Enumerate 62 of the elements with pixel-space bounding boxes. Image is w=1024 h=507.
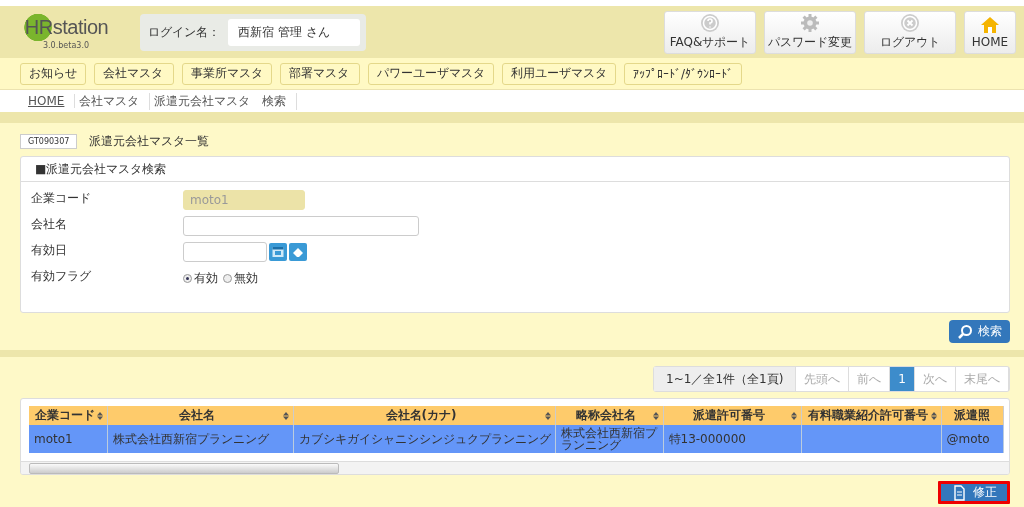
sort-icon [544,411,551,420]
header-button[interactable]: ログアウト [864,10,956,54]
radio-button[interactable] [183,273,192,283]
breadcrumb-link[interactable]: HOME [28,94,76,108]
eraser-icon[interactable] [289,243,307,261]
version-label: 3.0.beta3.0 [43,41,89,50]
table-cell: 特13-000000 [668,432,746,446]
column-header[interactable]: 派遣許可番号 [663,406,801,425]
table-cell: 株式会社西新宿プランニング [112,432,269,446]
field-label: 有効日 [31,242,68,259]
close-icon [900,13,920,33]
nav-button[interactable]: 利用ユーザマスタ [502,62,616,85]
radio-label: 無効 [234,269,258,287]
breadcrumb-item: 会社マスタ [79,92,151,110]
edit-button[interactable]: 修正 [938,481,1010,504]
field-label: 企業コード [31,190,92,207]
nav-button[interactable]: お知らせ [20,62,86,85]
sort-icon [790,411,797,420]
login-label: ログイン名： [148,23,220,41]
sort-icon [282,411,289,420]
screen-code: GT090307 [20,133,78,149]
document-icon [951,484,967,501]
search-button[interactable]: 検索 [949,320,1010,343]
column-header[interactable]: 会社名 [107,406,293,425]
column-header[interactable]: 有料職業紹介許可番号 [801,406,941,425]
field-label: 会社名 [31,216,68,233]
gear-icon [800,13,820,33]
column-header[interactable]: 派遣照 [941,406,1003,425]
page-title: 派遣元会社マスタ一覧 [89,132,210,150]
nav-button[interactable]: 事業所マスタ [182,62,272,85]
date-field[interactable] [183,242,267,262]
page-summary: 1~1／全1件（全1頁) [654,367,797,391]
breadcrumb-item: 派遣元会社マスタ 検索 [154,92,298,110]
help-icon [700,13,720,33]
login-user: 西新宿 管理 さん [228,18,360,46]
page-link[interactable]: 1 [890,367,915,391]
panel-title: ■派遣元会社マスタ検索 [35,162,167,176]
column-header[interactable]: 企業コード [29,406,107,425]
nav-button[interactable]: 部署マスタ [280,62,360,85]
text-field[interactable] [183,216,419,236]
table-cell: @moto [946,432,990,446]
search-icon [957,323,973,340]
sort-icon [96,411,103,420]
home-icon [980,15,1000,34]
sort-icon [652,411,659,420]
header-button[interactable]: パスワード変更 [764,10,856,54]
horizontal-scrollbar[interactable] [21,461,1009,474]
radio-button[interactable] [223,273,232,283]
nav-button[interactable]: ｱｯﾌﾟﾛｰﾄﾞ/ﾀﾞｳﾝﾛｰﾄﾞ [624,62,743,85]
column-header[interactable]: 略称会社名 [555,406,663,425]
table-cell: moto1 [34,432,73,446]
column-header[interactable]: 会社名(カナ) [293,406,555,425]
table-cell: カブシキガイシャニシシンジュクプランニング [298,432,551,446]
radio-label: 有効 [194,269,218,287]
nav-button[interactable]: 会社マスタ [94,62,174,85]
header-button[interactable]: FAQ&サポート [664,10,756,54]
table-cell: 株式会社西新宿プランニング [560,426,657,452]
nav-button[interactable]: パワーユーザマスタ [368,62,494,85]
sort-icon [930,411,937,420]
header-button[interactable]: HOME [964,10,1016,54]
calendar-icon[interactable] [269,243,287,261]
field-label: 有効フラグ [31,268,92,285]
